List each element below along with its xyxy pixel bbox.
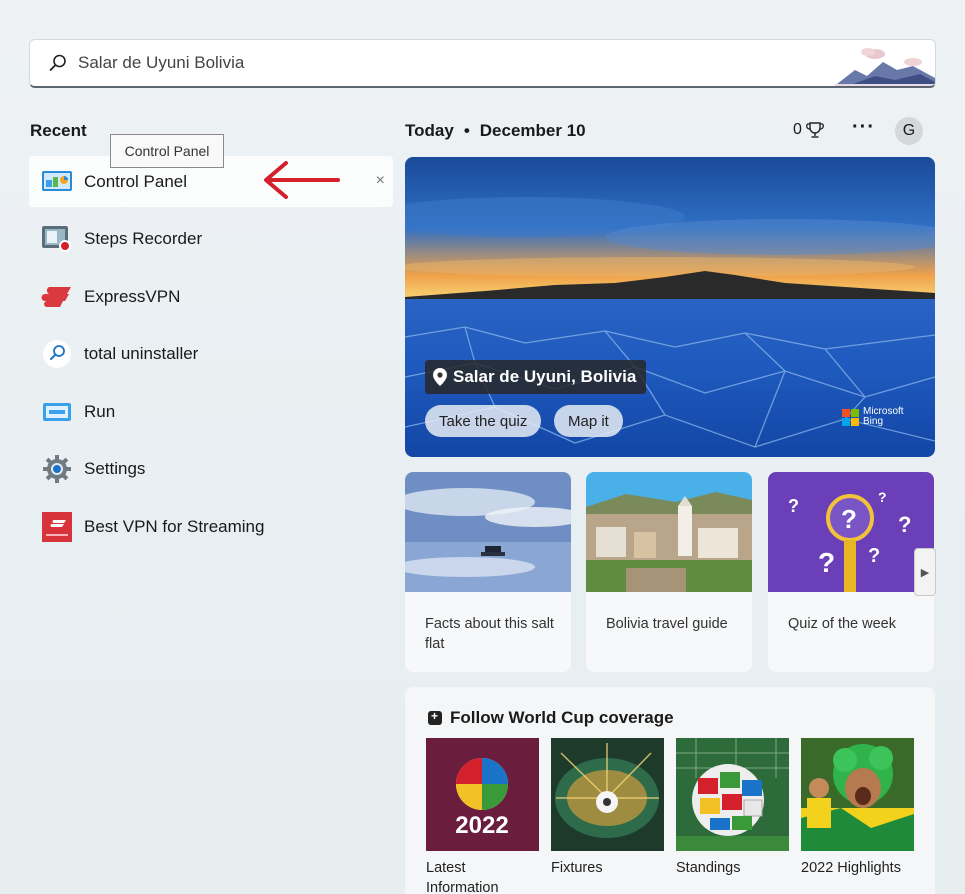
bolivia-city-image bbox=[586, 472, 752, 592]
wc-tile-label: Latest Information bbox=[426, 860, 499, 894]
map-pin-icon bbox=[433, 368, 447, 386]
wc-tile-standings[interactable]: Standings bbox=[676, 738, 789, 894]
recent-heading: Recent bbox=[30, 121, 87, 140]
card-caption: Bolivia travel guide bbox=[606, 616, 728, 632]
quiz-image: ? ? ? ? ? ? bbox=[768, 472, 934, 592]
search-icon bbox=[48, 53, 68, 73]
run-icon bbox=[41, 396, 73, 428]
map-it-button[interactable]: Map it bbox=[554, 405, 623, 437]
avatar[interactable]: G bbox=[895, 117, 923, 145]
svg-text:?: ? bbox=[788, 496, 799, 516]
svg-text:?: ? bbox=[878, 489, 887, 505]
microsoft-bing-logo: Microsoft Bing bbox=[842, 407, 904, 427]
red-arrow-annotation bbox=[264, 161, 340, 199]
wc-tile-2022-highlights[interactable]: 2022 Highlights bbox=[801, 738, 914, 894]
tooltip: Control Panel bbox=[110, 134, 224, 168]
search-highlight-illustration bbox=[835, 48, 935, 86]
recent-item-label: Settings bbox=[84, 459, 146, 478]
caret-right-icon: ▶ bbox=[920, 566, 930, 579]
svg-text:?: ? bbox=[818, 547, 835, 578]
recent-item-label: ExpressVPN bbox=[84, 286, 181, 306]
take-quiz-button[interactable]: Take the quiz bbox=[425, 405, 542, 437]
wc-tile-label: Fixtures bbox=[551, 860, 603, 876]
microsoft-logo-icon bbox=[842, 408, 859, 426]
recent-item-label: Run bbox=[84, 401, 116, 421]
card-quiz-of-the-week[interactable]: ? ? ? ? ? ? Quiz of the week bbox=[768, 472, 934, 672]
search-input[interactable] bbox=[78, 53, 778, 73]
recent-item-best-vpn[interactable]: Best VPN for Streaming bbox=[29, 501, 393, 552]
world-cup-heading[interactable]: Follow World Cup coverage bbox=[428, 708, 674, 728]
control-panel-icon bbox=[41, 166, 73, 198]
svg-text:?: ? bbox=[868, 545, 880, 567]
world-cup-section: Follow World Cup coverage 2022 Latest In… bbox=[405, 687, 935, 894]
recent-item-run[interactable]: Run bbox=[29, 386, 393, 437]
recent-item-label: total uninstaller bbox=[84, 344, 199, 363]
web-page-icon bbox=[41, 511, 73, 543]
card-salt-flat-facts[interactable]: Facts about this salt flat bbox=[405, 472, 571, 672]
svg-text:?: ? bbox=[841, 504, 857, 534]
recent-item-label: Best VPN for Streaming bbox=[84, 516, 265, 536]
card-caption: Quiz of the week bbox=[788, 616, 896, 632]
highlights-image bbox=[801, 738, 914, 851]
separator-dot: • bbox=[463, 121, 470, 140]
location-title[interactable]: Salar de Uyuni, Bolivia bbox=[425, 360, 647, 394]
standings-image bbox=[676, 738, 789, 851]
location-label: Salar de Uyuni, Bolivia bbox=[453, 367, 637, 386]
today-header: Today • December 10 bbox=[405, 121, 586, 141]
remove-recent-icon[interactable]: × bbox=[376, 172, 385, 190]
wc-tile-label: 2022 Highlights bbox=[801, 860, 901, 876]
fixtures-image bbox=[551, 738, 664, 851]
svg-text:?: ? bbox=[898, 512, 911, 537]
card-caption: Facts about this salt flat bbox=[425, 616, 554, 652]
today-label: Today bbox=[405, 121, 454, 140]
recent-item-settings[interactable]: Settings bbox=[29, 444, 393, 495]
hero-card[interactable]: Salar de Uyuni, Bolivia Take the quiz Ma… bbox=[405, 157, 935, 457]
expressvpn-icon bbox=[41, 281, 73, 313]
bing-line2: Bing bbox=[863, 416, 884, 427]
gear-icon bbox=[41, 453, 73, 485]
rewards-points[interactable]: 0 bbox=[793, 121, 824, 139]
card-bolivia-travel-guide[interactable]: Bolivia travel guide bbox=[586, 472, 752, 672]
world-cup-title: Follow World Cup coverage bbox=[450, 708, 674, 727]
recent-item-total-uninstaller[interactable]: total uninstaller bbox=[29, 329, 393, 380]
recent-item-expressvpn[interactable]: ExpressVPN bbox=[29, 271, 393, 322]
wc-tile-latest-information[interactable]: 2022 Latest Information bbox=[426, 738, 539, 894]
trophy-icon bbox=[806, 122, 824, 138]
wc-tile-fixtures[interactable]: Fixtures bbox=[551, 738, 664, 894]
search-box[interactable] bbox=[29, 39, 936, 88]
steps-recorder-icon bbox=[41, 223, 73, 255]
recent-list: Control Panel × Steps Recorder ExpressVP… bbox=[29, 156, 393, 559]
search-icon bbox=[41, 338, 73, 370]
scroll-right-button[interactable]: ▶ bbox=[914, 548, 936, 596]
salt-flat-image bbox=[405, 472, 571, 592]
latest-information-image: 2022 bbox=[426, 738, 539, 851]
points-count: 0 bbox=[793, 121, 802, 138]
year-text: 2022 bbox=[455, 812, 508, 839]
recent-item-steps-recorder[interactable]: Steps Recorder bbox=[29, 214, 393, 265]
more-options-button[interactable]: ··· bbox=[852, 116, 875, 139]
wc-tile-label: Standings bbox=[676, 860, 741, 876]
recent-item-label: Steps Recorder bbox=[84, 229, 203, 248]
date-label: December 10 bbox=[479, 121, 586, 140]
follow-icon bbox=[428, 709, 442, 725]
recent-item-label: Control Panel bbox=[84, 171, 188, 191]
